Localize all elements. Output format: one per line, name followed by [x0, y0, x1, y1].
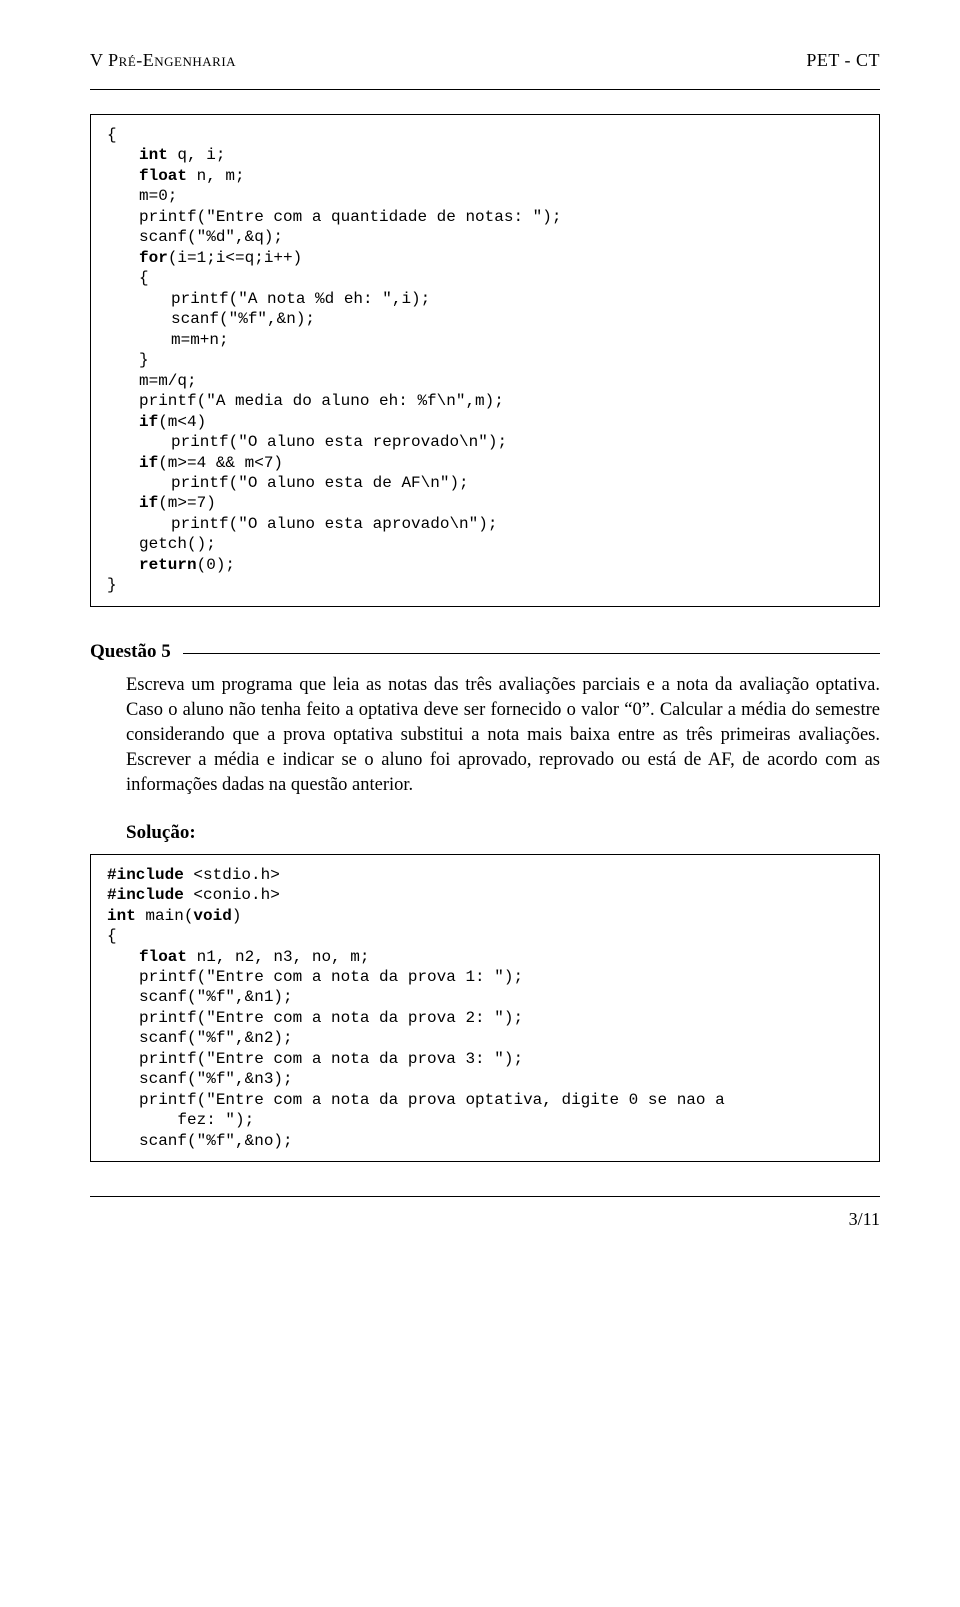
code-kw: return [139, 556, 197, 574]
code-block-1: { int q, i; float n, m; m=0; printf("Ent… [90, 114, 880, 607]
code-kw: float [139, 948, 187, 966]
code-kw: int [139, 146, 168, 164]
footer-rule [90, 1196, 880, 1197]
code-kw: #include [107, 886, 184, 904]
code-line: printf("Entre com a nota da prova 3: "); [107, 1049, 863, 1069]
code-line: return(0); [107, 555, 863, 575]
code-line: for(i=1;i<=q;i++) [107, 248, 863, 268]
code-line: printf("O aluno esta reprovado\n"); [107, 432, 863, 452]
header-left: V Pré-Engenharia [90, 50, 236, 71]
code-text: n, m; [187, 167, 245, 185]
code-line: scanf("%f",&no); [107, 1131, 863, 1151]
page-header: V Pré-Engenharia PET - CT [90, 50, 880, 71]
question-body: Escreva um programa que leia as notas da… [90, 673, 880, 798]
code-kw: float [139, 167, 187, 185]
code-line: } [107, 350, 863, 370]
code-text: main( [136, 907, 194, 925]
code-line: m=0; [107, 186, 863, 206]
page-number: 3/11 [90, 1209, 880, 1230]
code-line: { [107, 125, 863, 145]
code-line: scanf("%f",&n1); [107, 987, 863, 1007]
code-line: printf("O aluno esta aprovado\n"); [107, 514, 863, 534]
code-text: q, i; [168, 146, 226, 164]
header-right: PET - CT [806, 50, 880, 71]
code-line: if(m<4) [107, 412, 863, 432]
page: V Pré-Engenharia PET - CT { int q, i; fl… [0, 0, 960, 1270]
code-line: m=m+n; [107, 330, 863, 350]
code-kw: void [193, 907, 231, 925]
code-line: printf("Entre com a nota da prova 2: "); [107, 1008, 863, 1028]
code-text: ) [232, 907, 242, 925]
code-line: { [107, 926, 863, 946]
code-line: getch(); [107, 534, 863, 554]
code-line: float n1, n2, n3, no, m; [107, 947, 863, 967]
code-text: (i=1;i<=q;i++) [168, 249, 302, 267]
code-line: #include <conio.h> [107, 885, 863, 905]
code-line: int q, i; [107, 145, 863, 165]
code-line: scanf("%f",&n3); [107, 1069, 863, 1089]
code-kw: for [139, 249, 168, 267]
code-kw: #include [107, 866, 184, 884]
question-label: Questão 5 [90, 641, 171, 663]
header-rule [90, 89, 880, 90]
code-line: scanf("%f",&n); [107, 309, 863, 329]
code-kw: if [139, 494, 158, 512]
code-text: n1, n2, n3, no, m; [187, 948, 369, 966]
code-text: <stdio.h> [184, 866, 280, 884]
question-heading-row: Questão 5 [90, 641, 880, 663]
code-line: fez: "); [107, 1110, 863, 1130]
code-line: printf("Entre com a nota da prova optati… [107, 1090, 863, 1110]
code-kw: int [107, 907, 136, 925]
code-line: m=m/q; [107, 371, 863, 391]
code-line: printf("A media do aluno eh: %f\n",m); [107, 391, 863, 411]
code-line: printf("O aluno esta de AF\n"); [107, 473, 863, 493]
code-kw: if [139, 454, 158, 472]
code-line: printf("Entre com a quantidade de notas:… [107, 207, 863, 227]
code-line: printf("A nota %d eh: ",i); [107, 289, 863, 309]
code-block-2: #include <stdio.h> #include <conio.h> in… [90, 854, 880, 1163]
code-text: (m<4) [158, 413, 206, 431]
code-line: if(m>=7) [107, 493, 863, 513]
code-text: (m>=4 && m<7) [158, 454, 283, 472]
code-text: (m>=7) [158, 494, 216, 512]
code-line: printf("Entre com a nota da prova 1: "); [107, 967, 863, 987]
code-kw: if [139, 413, 158, 431]
code-line: int main(void) [107, 906, 863, 926]
solution-label: Solução: [90, 822, 880, 844]
code-line: float n, m; [107, 166, 863, 186]
code-line: scanf("%f",&n2); [107, 1028, 863, 1048]
code-line: { [107, 268, 863, 288]
code-text: (0); [197, 556, 235, 574]
code-line: if(m>=4 && m<7) [107, 453, 863, 473]
code-line: #include <stdio.h> [107, 865, 863, 885]
code-line: scanf("%d",&q); [107, 227, 863, 247]
code-line: } [107, 575, 863, 595]
code-text: <conio.h> [184, 886, 280, 904]
question-rule [183, 653, 880, 654]
